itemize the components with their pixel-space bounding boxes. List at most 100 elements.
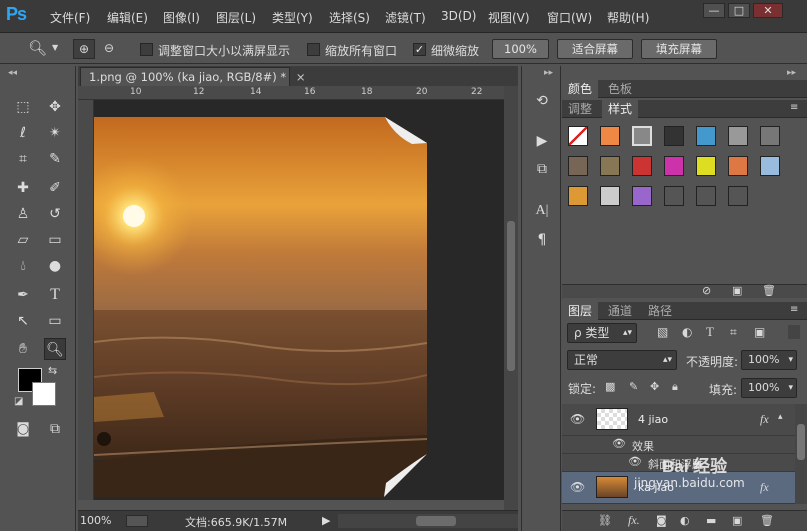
clone-stamp-tool-icon[interactable]: ♙ — [12, 203, 34, 225]
zoom-all-windows-checkbox[interactable] — [307, 43, 320, 56]
menu-file[interactable]: 文件(F) — [50, 9, 90, 26]
style-swatch[interactable] — [600, 126, 620, 146]
menu-view[interactable]: 视图(V) — [488, 9, 530, 26]
menu-select[interactable]: 选择(S) — [329, 9, 370, 26]
opacity-input[interactable]: 100% ▾ — [741, 350, 797, 370]
menu-type[interactable]: 类型(Y) — [272, 9, 313, 26]
tab-adjustments[interactable]: 调整 — [562, 100, 598, 118]
tab-color[interactable]: 颜色 — [562, 80, 599, 98]
tab-paths[interactable]: 路径 — [642, 302, 678, 320]
menu-filter[interactable]: 滤镜(T) — [385, 9, 426, 26]
layer-fx-badge[interactable]: fx — [760, 412, 769, 427]
menu-3d[interactable]: 3D(D) — [441, 9, 476, 23]
layers-scrollbar[interactable] — [795, 404, 807, 504]
filter-shape-icon[interactable]: ⌗ — [730, 325, 737, 340]
layer-name[interactable]: 4 jiao — [638, 413, 668, 426]
pen-tool-icon[interactable]: ✒ — [12, 284, 34, 306]
marquee-tool-icon[interactable]: ⬚ — [12, 96, 34, 118]
lock-pixels-icon[interactable]: ✎ — [629, 380, 638, 393]
delete-style-icon[interactable]: 🗑︎ — [762, 284, 776, 297]
tab-swatches[interactable]: 色板 — [602, 80, 638, 98]
tab-channels[interactable]: 通道 — [602, 302, 638, 320]
quick-mask-icon[interactable]: ◙ — [12, 418, 34, 440]
canvas-vertical-scrollbar[interactable] — [504, 86, 518, 512]
style-swatch[interactable] — [632, 126, 652, 146]
new-group-icon[interactable]: ▬ — [706, 514, 716, 527]
style-swatch[interactable] — [664, 186, 684, 206]
effects-eye-icon[interactable]: 👁︎ — [612, 437, 626, 450]
horizontal-scrollbar[interactable] — [338, 514, 518, 528]
filter-smart-icon[interactable]: ▣ — [754, 325, 765, 339]
healing-brush-tool-icon[interactable]: ✚ — [12, 177, 34, 199]
style-swatch[interactable] — [632, 186, 652, 206]
expand-dock-icon[interactable]: ▸▸ — [544, 68, 553, 78]
paragraph-panel-icon[interactable]: ¶ — [531, 229, 553, 251]
style-swatch[interactable] — [696, 156, 716, 176]
style-swatch[interactable] — [632, 156, 652, 176]
filter-type-icon[interactable]: T — [706, 324, 714, 340]
rectangle-tool-icon[interactable]: ▭ — [44, 310, 66, 332]
collapse-effects-icon[interactable]: ▴ — [778, 412, 783, 422]
status-menu-arrow-icon[interactable]: ▶ — [322, 514, 330, 527]
magic-wand-tool-icon[interactable]: ✴ — [44, 122, 66, 144]
scrubby-zoom-checkbox[interactable]: ✓ — [413, 43, 426, 56]
add-mask-icon[interactable]: ◙ — [656, 514, 667, 527]
h-scroll-thumb[interactable] — [416, 516, 456, 526]
scroll-thumb[interactable] — [507, 221, 515, 371]
menu-window[interactable]: 窗口(W) — [547, 9, 592, 26]
eraser-tool-icon[interactable]: ▱ — [12, 229, 34, 251]
style-swatch[interactable] — [600, 156, 620, 176]
menu-help[interactable]: 帮助(H) — [607, 9, 649, 26]
lock-position-icon[interactable]: ✥ — [650, 380, 659, 393]
effect-eye-icon[interactable]: 👁︎ — [628, 455, 642, 468]
collapse-toolbox-icon[interactable]: ◂◂ — [8, 68, 17, 78]
type-tool-icon[interactable]: T — [44, 284, 66, 306]
menu-edit[interactable]: 编辑(E) — [107, 9, 148, 26]
filter-toggle-icon[interactable] — [788, 325, 800, 339]
menu-image[interactable]: 图像(I) — [163, 9, 200, 26]
history-brush-tool-icon[interactable]: ↺ — [44, 203, 66, 225]
lock-transparent-icon[interactable]: ▩ — [605, 380, 615, 393]
style-swatch[interactable] — [728, 156, 748, 176]
properties-panel-icon[interactable]: ⧉ — [531, 158, 553, 180]
actions-panel-icon[interactable]: ▶ — [531, 130, 553, 152]
filter-pixel-icon[interactable]: ▧ — [657, 325, 668, 339]
layer-filter-select[interactable]: ρ 类型 ▴▾ — [567, 323, 637, 343]
lasso-tool-icon[interactable]: ℓ — [12, 122, 34, 144]
style-swatch[interactable] — [696, 186, 716, 206]
layers-panel-menu-icon[interactable]: ≡ — [790, 304, 798, 315]
minimize-button[interactable]: — — [703, 3, 725, 18]
style-swatch[interactable] — [728, 186, 748, 206]
clear-style-icon[interactable]: ⊘ — [702, 284, 711, 297]
background-color-swatch[interactable] — [32, 382, 56, 406]
layer-row[interactable]: 👁︎ 4 jiao fx ▴ — [562, 404, 795, 436]
brush-tool-icon[interactable]: ✐ — [44, 177, 66, 199]
new-adjustment-icon[interactable]: ◐ — [680, 514, 690, 527]
style-swatch[interactable] — [568, 126, 588, 146]
blur-tool-icon[interactable]: 💧︎ — [12, 255, 34, 277]
filter-adjust-icon[interactable]: ◐ — [682, 325, 692, 339]
fill-screen-button[interactable]: 填充屏幕 — [641, 39, 717, 59]
fit-screen-button[interactable]: 适合屏幕 — [557, 39, 633, 59]
zoom-tool-icon[interactable]: 🔍︎ — [28, 39, 47, 57]
history-panel-icon[interactable]: ⟲ — [531, 90, 553, 112]
collapse-panels-icon[interactable]: ▸▸ — [787, 68, 796, 78]
character-panel-icon[interactable]: A| — [531, 200, 553, 222]
fill-input[interactable]: 100% ▾ — [741, 378, 797, 398]
add-style-icon[interactable]: fx. — [628, 513, 640, 528]
new-layer-icon[interactable]: ▣ — [732, 514, 742, 527]
delete-layer-icon[interactable]: 🗑︎ — [760, 514, 774, 527]
gradient-tool-icon[interactable]: ▭ — [44, 229, 66, 251]
style-swatch[interactable] — [760, 156, 780, 176]
style-swatch[interactable] — [568, 186, 588, 206]
style-swatch[interactable] — [568, 156, 588, 176]
link-layers-icon[interactable]: ⛓︎ — [598, 514, 612, 527]
document-canvas[interactable] — [94, 100, 504, 500]
status-preview-icon[interactable] — [126, 515, 148, 527]
blend-mode-select[interactable]: 正常 ▴▾ — [567, 350, 677, 370]
layers-scroll-thumb[interactable] — [797, 424, 805, 460]
zoom-level[interactable]: 100% — [80, 514, 111, 527]
layer-fx-badge[interactable]: fx — [760, 480, 769, 495]
zoom-in-icon[interactable]: ⊕ — [73, 39, 95, 59]
style-swatch[interactable] — [760, 126, 780, 146]
